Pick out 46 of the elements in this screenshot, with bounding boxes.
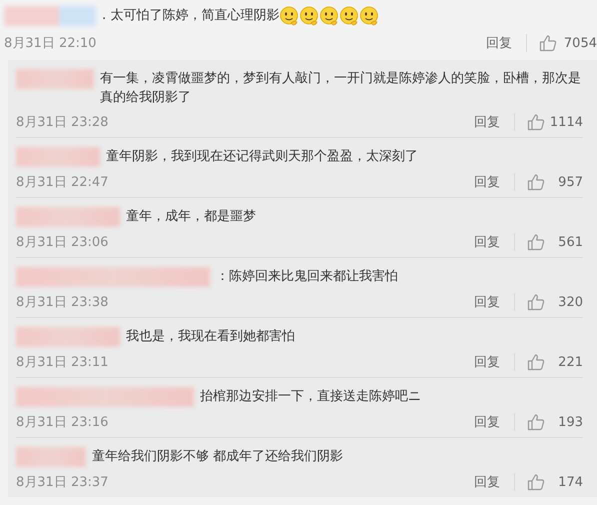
reply-link[interactable]: 回复	[474, 353, 500, 371]
comment-time: 8月31日 23:06	[16, 234, 108, 251]
thumbs-up-icon[interactable]	[539, 34, 557, 52]
thumbs-up-icon[interactable]	[527, 413, 545, 431]
like-count: 561	[557, 234, 583, 250]
like-count: 221	[557, 354, 583, 370]
reply-text: 抬棺那边安排一下，直接送走陈婷吧ニ	[200, 388, 421, 406]
smiley-icon	[299, 6, 320, 26]
comment-time: 8月31日 22:47	[16, 174, 108, 191]
like-count: 320	[557, 294, 583, 310]
thumbs-up-icon[interactable]	[527, 293, 545, 311]
thumbs-up-icon[interactable]	[527, 233, 545, 251]
smiley-icon	[319, 6, 340, 26]
comment-text: . 太可怕了陈婷，简直心理阴影	[102, 7, 280, 25]
comment-time: 8月31日 23:37	[16, 474, 108, 491]
comment-time: 8月31日 23:16	[16, 414, 108, 431]
smiley-icon	[339, 6, 360, 26]
comment-time: 8月31日 23:28	[16, 114, 108, 131]
reply-link[interactable]: 回复	[474, 413, 500, 431]
reply-link[interactable]: 回复	[474, 473, 500, 491]
like-count: 1114	[549, 114, 583, 130]
smiley-icon	[279, 6, 300, 26]
reply-text: ：陈婷回来比鬼回来都让我害怕	[216, 268, 398, 286]
thumbs-up-icon[interactable]	[527, 173, 545, 191]
thumbs-up-icon[interactable]	[527, 113, 545, 131]
reply-text: 童年，成年，都是噩梦	[126, 208, 256, 226]
like-count: 174	[557, 474, 583, 490]
thumbs-up-icon[interactable]	[527, 353, 545, 371]
comment-time: 8月31日 23:38	[16, 294, 108, 311]
reply-text: 我也是，我现在看到她都害怕	[126, 328, 295, 346]
reply-link[interactable]: 回复	[474, 113, 500, 131]
comment-time: 8月31日 22:10	[4, 35, 96, 52]
reply-link[interactable]: 回复	[474, 233, 500, 251]
like-count: 957	[557, 174, 583, 190]
like-count: 193	[557, 414, 583, 430]
smiley-icon	[359, 6, 380, 26]
comment-time: 8月31日 23:11	[16, 354, 108, 371]
reply-link[interactable]: 回复	[474, 173, 500, 191]
blurred-username	[16, 447, 86, 467]
reply-text: 童年给我们阴影不够 都成年了还给我们阴影	[92, 448, 344, 466]
reply-link[interactable]: 回复	[474, 293, 500, 311]
reply-link[interactable]: 回复	[486, 34, 512, 52]
reply-text: 有一集，凌霄做噩梦的，梦到有人敲门，一开门就是陈婷渗人的笑脸，卧槽，那次是真的给我阴影了	[100, 70, 582, 107]
reply-text: 童年阴影，我到现在还记得武则天那个盈盈，太深刻了	[106, 148, 418, 166]
like-count: 7054	[563, 36, 597, 50]
thumbs-up-icon[interactable]	[527, 473, 545, 491]
